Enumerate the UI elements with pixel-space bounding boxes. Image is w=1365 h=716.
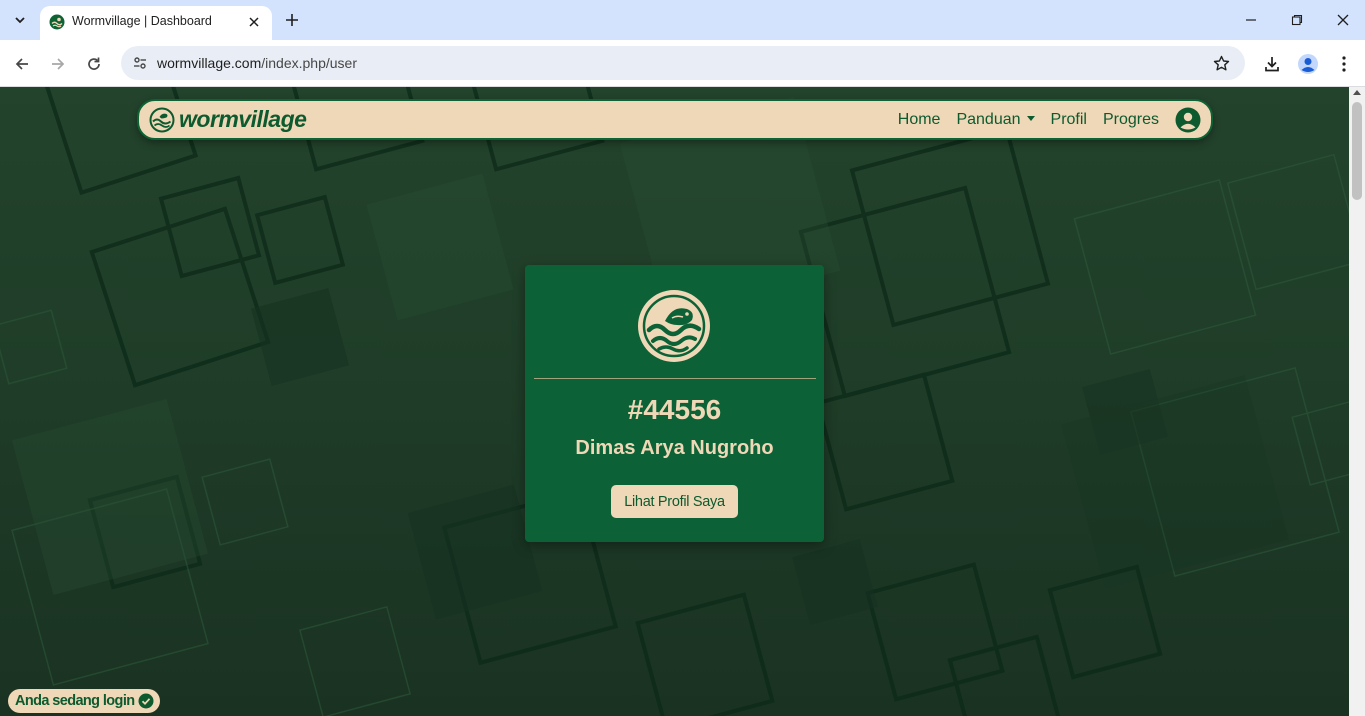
wormvillage-logo-icon <box>149 107 175 132</box>
view-profile-button[interactable]: Lihat Profil Saya <box>611 485 738 518</box>
browser-tab[interactable]: Wormvillage | Dashboard <box>40 6 272 40</box>
scroll-up-arrow-icon[interactable] <box>1353 90 1361 95</box>
user-name: Dimas Arya Nugroho <box>575 437 774 459</box>
brand-name: wormvillage <box>179 106 307 132</box>
user-avatar-icon[interactable] <box>1175 107 1201 133</box>
tab-title: Wormvillage | Dashboard <box>72 14 212 28</box>
tab-search-icon[interactable] <box>8 8 32 32</box>
login-status-badge: Anda sedang login <box>8 689 160 713</box>
restore-icon[interactable] <box>1283 6 1311 34</box>
user-card: #44556 Dimas Arya Nugroho Lihat Profil S… <box>525 265 824 542</box>
kebab-menu-icon[interactable] <box>1330 50 1358 78</box>
profile-icon[interactable] <box>1294 50 1322 78</box>
plus-icon[interactable] <box>281 9 303 31</box>
page-scrollbar[interactable] <box>1349 87 1365 716</box>
star-icon[interactable] <box>1209 51 1233 75</box>
nav-dropdown-panduan[interactable]: Panduan <box>956 111 1034 129</box>
back-arrow-icon[interactable] <box>8 50 36 78</box>
site-settings-icon[interactable] <box>128 51 152 75</box>
url-path: /index.php/user <box>261 55 357 71</box>
browser-toolbar: wormvillage.com/index.php/user <box>0 40 1365 87</box>
reload-icon[interactable] <box>80 50 108 78</box>
site-navbar: wormvillage Home Panduan Profil Progres <box>137 99 1213 140</box>
login-status-text: Anda sedang login <box>15 693 135 709</box>
nav-link-progres[interactable]: Progres <box>1103 111 1159 129</box>
close-window-icon[interactable] <box>1329 6 1357 34</box>
download-icon[interactable] <box>1258 50 1286 78</box>
wormvillage-emblem-icon <box>638 290 710 362</box>
nav-link-home[interactable]: Home <box>898 111 941 129</box>
url-text[interactable]: wormvillage.com/index.php/user <box>157 55 357 71</box>
browser-tabstrip: Wormvillage | Dashboard <box>0 0 1365 40</box>
minimize-icon[interactable] <box>1237 6 1265 34</box>
forward-arrow-icon[interactable] <box>44 50 72 78</box>
nav-links: Home Panduan Profil Progres <box>882 105 1201 135</box>
card-divider <box>534 378 816 379</box>
page-viewport: wormvillage Home Panduan Profil Progres <box>0 87 1349 716</box>
scroll-thumb[interactable] <box>1352 102 1362 200</box>
check-circle-icon <box>138 693 154 709</box>
close-icon[interactable] <box>244 12 264 32</box>
address-bar[interactable]: wormvillage.com/index.php/user <box>121 46 1245 80</box>
nav-link-profil[interactable]: Profil <box>1051 111 1087 129</box>
brand-link[interactable]: wormvillage <box>149 106 307 133</box>
url-host: wormvillage.com <box>157 55 262 71</box>
favicon-icon <box>49 14 65 30</box>
user-id: #44556 <box>627 394 722 425</box>
